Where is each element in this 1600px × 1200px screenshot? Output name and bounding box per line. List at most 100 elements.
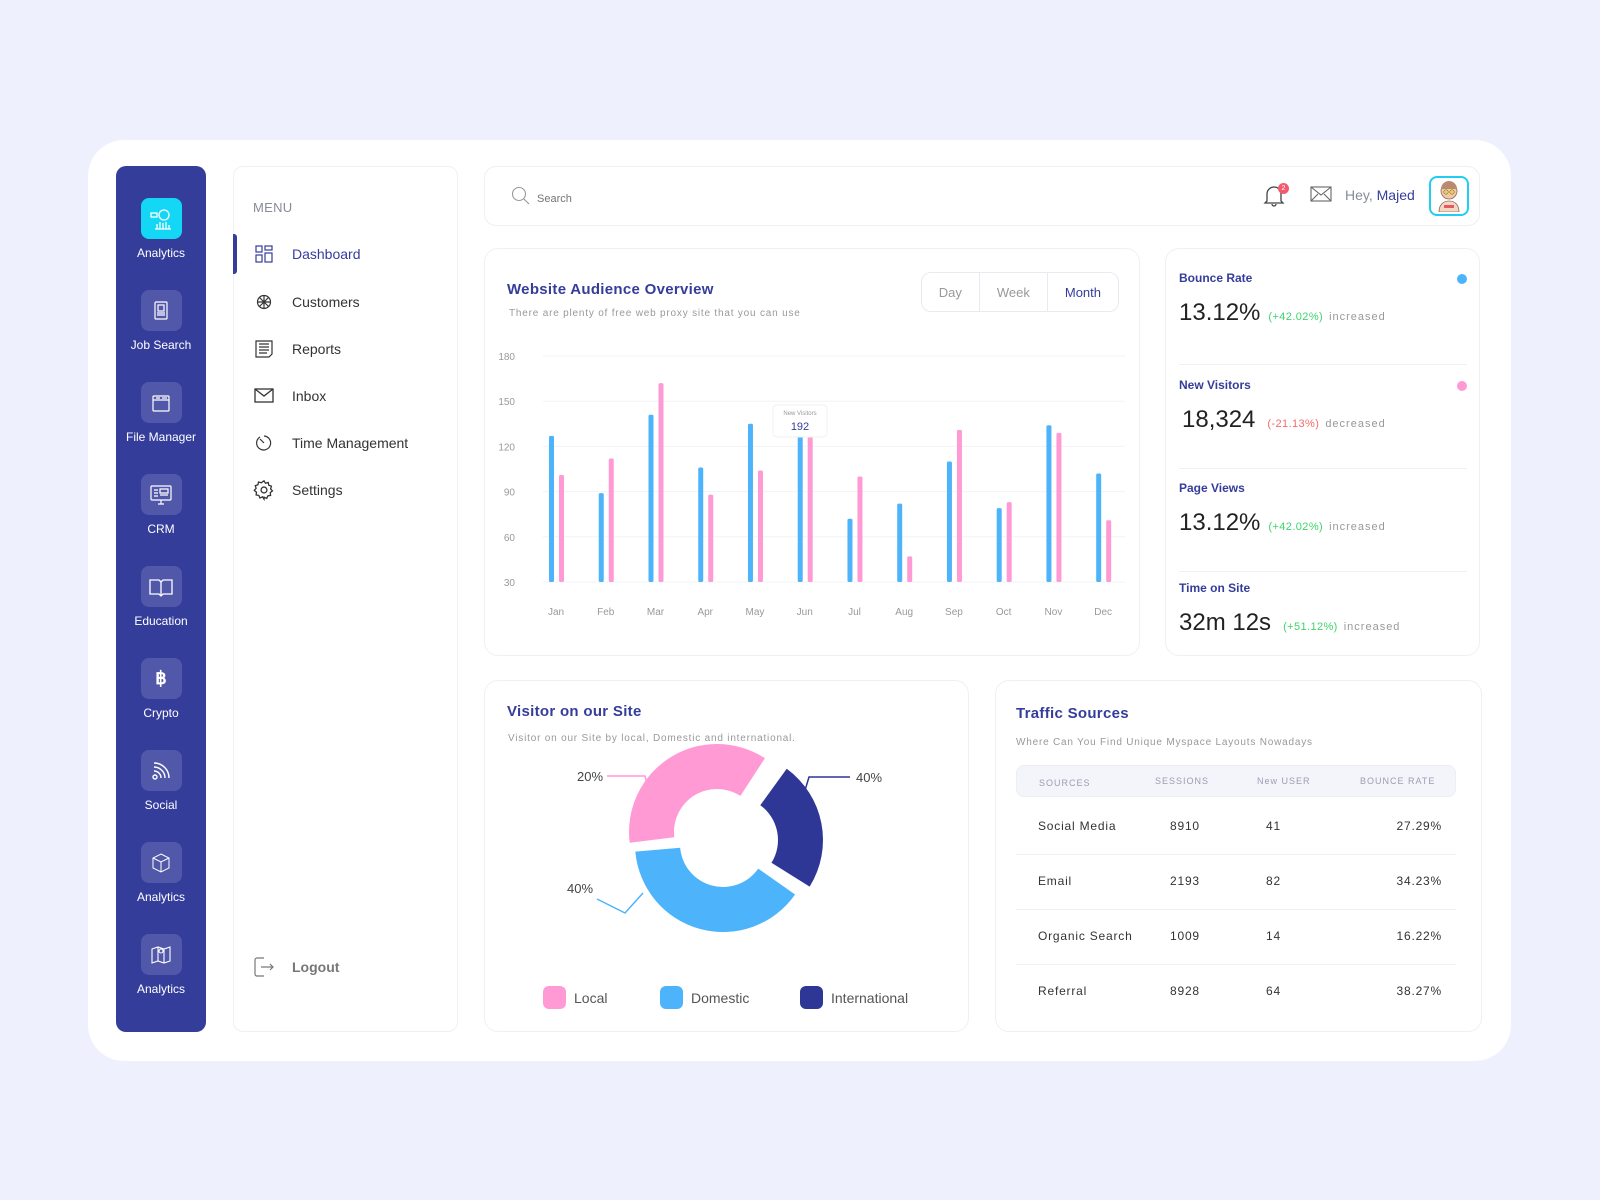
bar-may-blue[interactable] [747,423,753,582]
menu-item-inbox[interactable]: Inbox [234,382,458,410]
cell-new-user: 82 [1266,874,1281,888]
menu-item-reports[interactable]: Reports [234,335,458,363]
menu-item-label: Reports [292,341,342,357]
bitcoin-icon: ฿ [140,658,182,699]
cell-sessions: 8910 [1170,819,1200,833]
column-header-new-user[interactable]: New USER [1257,776,1311,786]
slice-percent-label: 40% [567,881,593,896]
bar-aug-blue[interactable] [897,503,903,582]
bar-apr-pink[interactable] [708,494,714,582]
bar-jan-blue[interactable] [549,435,554,582]
slice-percent-label: 20% [577,769,603,784]
table-row[interactable]: Organic Search 1009 14 16.22% [1016,909,1456,965]
donut-slice-local[interactable] [629,744,765,843]
rail-item-education[interactable]: Education [116,566,206,628]
envelope-icon [1310,186,1332,206]
x-tick-label: Oct [996,607,1012,618]
bar-jan-pink[interactable] [559,475,564,582]
bar-feb-blue[interactable] [598,493,604,582]
stat-change: (-21.13%) [1267,418,1320,430]
logout-button[interactable]: Logout [234,953,458,981]
rail-item-crypto[interactable]: ฿ Crypto [116,658,206,720]
rail-item-social[interactable]: Social [116,750,206,812]
bar-nov-blue[interactable] [1046,425,1052,582]
menu-item-label: Time Management [292,435,409,451]
table-row[interactable]: Referral 8928 64 38.27% [1016,964,1456,1020]
audience-overview-card: Website Audience Overview There are plen… [484,248,1140,656]
leader-line [802,776,850,798]
bar-may-pink[interactable] [757,470,763,582]
bar-apr-blue[interactable] [698,467,704,582]
bar-jun-pink[interactable] [807,431,813,582]
bar-oct-blue[interactable] [996,508,1002,582]
avatar[interactable] [1429,176,1469,216]
rail-item-crm[interactable]: CRM [116,474,206,536]
legend-item-international[interactable]: International [800,986,908,1009]
column-header-sessions[interactable]: SESSIONS [1155,776,1209,786]
cell-new-user: 41 [1266,819,1281,833]
bar-dec-blue[interactable] [1096,473,1102,582]
stat-value: 13.12% [1179,509,1261,536]
legend-item-local[interactable]: Local [543,986,607,1009]
rail-label: Analytics [136,890,186,904]
table-row[interactable]: Email 2193 82 34.23% [1016,854,1456,910]
x-tick-label: Jul [848,607,861,618]
stat-bounce-rate: Bounce Rate 13.12% (+42.02%) increased [1179,271,1467,327]
table-row[interactable]: Social Media 8910 41 27.29% [1016,799,1456,855]
x-tick-label: Aug [895,607,913,618]
bar-jul-blue[interactable] [847,518,853,582]
menu-item-time-management[interactable]: Time Management [234,429,458,457]
resume-icon [140,290,182,331]
menu-item-dashboard[interactable]: Dashboard [233,234,458,274]
x-tick-label: Apr [697,607,713,618]
chart-tooltip: New Visitors 192 [772,404,828,438]
bar-jun-blue[interactable] [797,426,803,582]
x-tick-label: Jun [797,607,813,618]
bar-oct-pink[interactable] [1006,502,1012,582]
donut-slice-international[interactable] [760,768,823,887]
stat-indicator-dot [1457,381,1467,391]
analytics-icon [140,198,182,239]
rail-label: Analytics [136,246,186,260]
column-header-bounce-rate[interactable]: BOUNCE RATE [1360,776,1435,786]
stat-new-visitors: New Visitors 18,324 (-21.13%) decreased [1179,378,1467,434]
bar-sep-pink[interactable] [956,429,962,582]
messages-button[interactable] [1310,186,1332,207]
rail-item-analytics-2[interactable]: Analytics [116,842,206,904]
donut-slice-domestic[interactable] [635,847,796,932]
rail-item-analytics-3[interactable]: Analytics [116,934,206,996]
wifi-signal-icon [140,750,182,791]
menu-panel: MENU Dashboard Customers Reports Inbox T… [233,166,458,1032]
menu-item-customers[interactable]: Customers [234,288,458,316]
bar-feb-pink[interactable] [608,458,614,582]
menu-item-label: Settings [292,482,343,498]
cell-new-user: 64 [1266,984,1281,998]
bar-aug-pink[interactable] [907,556,913,582]
bar-dec-pink[interactable] [1106,520,1112,582]
stats-card: Bounce Rate 13.12% (+42.02%) increased N… [1165,248,1480,656]
bar-mar-pink[interactable] [658,383,664,582]
rail-item-job-search[interactable]: Job Search [116,290,206,352]
gear-icon [253,479,275,501]
column-header-sources[interactable]: SOURCES [1039,778,1091,788]
slice-percent-label: 40% [856,770,882,785]
rail-item-file-manager[interactable]: File Manager [116,382,206,444]
bar-jul-pink[interactable] [857,476,863,582]
rail-label: Education [134,614,188,628]
rail-label: Job Search [130,338,192,352]
search-input[interactable] [537,192,837,205]
stat-trend: increased [1329,521,1386,533]
bar-sep-blue[interactable] [946,461,952,582]
bar-nov-pink[interactable] [1056,432,1062,582]
menu-item-settings[interactable]: Settings [234,476,458,504]
user-greeting: Hey, Majed [1345,187,1415,203]
notifications-button[interactable]: 2 [1263,183,1289,209]
legend-swatch [800,986,823,1009]
folder-icon [140,382,182,423]
rail-item-analytics[interactable]: Analytics [116,198,206,260]
stat-label: Time on Site [1179,581,1251,595]
bar-mar-blue[interactable] [648,414,654,582]
stat-trend: increased [1343,621,1401,633]
legend-item-domestic[interactable]: Domestic [660,986,749,1009]
cube-icon [140,842,182,883]
